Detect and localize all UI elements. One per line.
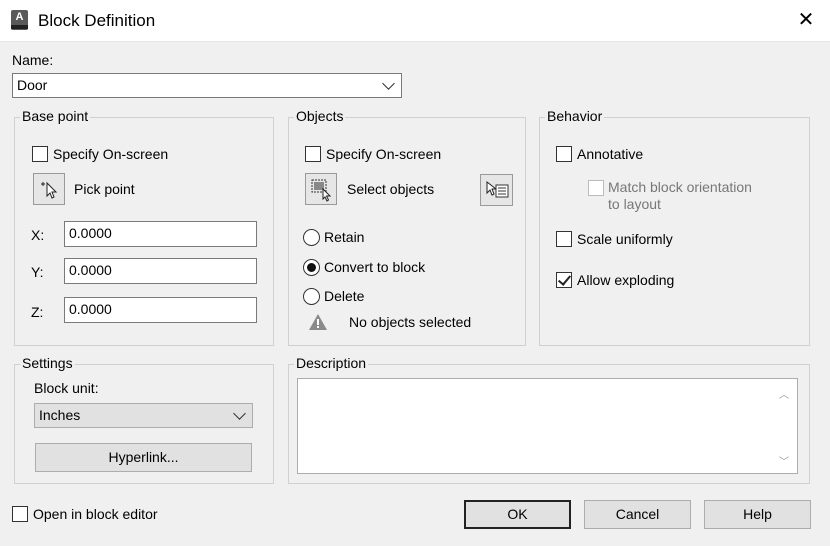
z-label: Z: — [31, 304, 44, 320]
open-in-block-editor-checkbox[interactable] — [12, 506, 28, 522]
pick-point-icon — [41, 181, 58, 199]
select-objects-button[interactable] — [305, 173, 337, 205]
pick-point-label: Pick point — [74, 181, 135, 197]
quick-select-icon — [486, 180, 509, 198]
match-orientation-label-line1: Match block orientation — [608, 179, 752, 195]
chevron-down-icon[interactable] — [233, 407, 246, 420]
y-input[interactable]: 0.0000 — [64, 258, 257, 284]
select-objects-icon — [311, 179, 332, 202]
close-icon[interactable]: ✕ — [794, 8, 818, 32]
z-input[interactable]: 0.0000 — [64, 297, 257, 323]
objects-status: No objects selected — [349, 314, 472, 330]
x-label: X: — [31, 227, 45, 243]
behavior-legend: Behavior — [545, 108, 605, 124]
base-point-legend: Base point — [20, 108, 91, 124]
settings-legend: Settings — [20, 355, 75, 371]
block-unit-select[interactable]: Inches — [34, 403, 253, 428]
scroll-up-icon[interactable]: ︿ — [779, 386, 789, 401]
scale-uniformly-checkbox[interactable] — [556, 231, 572, 247]
scroll-down-icon[interactable]: ﹀ — [779, 453, 789, 468]
allow-exploding-label: Allow exploding — [577, 272, 675, 288]
objects-specify-on-screen-checkbox[interactable] — [305, 146, 321, 162]
open-in-block-editor-label: Open in block editor — [33, 506, 158, 522]
x-input[interactable]: 0.0000 — [64, 221, 257, 247]
name-value: Door — [17, 77, 48, 93]
base-point-specify-on-screen-label: Specify On-screen — [53, 146, 169, 162]
name-label: Name: — [12, 52, 54, 68]
convert-to-block-label: Convert to block — [324, 259, 426, 275]
objects-specify-on-screen-label: Specify On-screen — [326, 146, 442, 162]
base-point-specify-on-screen-checkbox[interactable] — [32, 146, 48, 162]
name-combobox[interactable]: Door — [12, 73, 402, 98]
objects-legend: Objects — [294, 108, 346, 124]
delete-label: Delete — [324, 288, 365, 304]
autocad-app-icon: A — [11, 10, 28, 30]
annotative-label: Annotative — [577, 146, 644, 162]
retain-label: Retain — [324, 229, 365, 245]
match-orientation-checkbox[interactable] — [588, 180, 604, 196]
block-unit-value: Inches — [39, 407, 81, 423]
ok-button[interactable]: OK — [464, 500, 571, 529]
scale-uniformly-label: Scale uniformly — [577, 231, 673, 247]
window-title: Block Definition — [38, 11, 156, 30]
description-textarea[interactable] — [297, 378, 798, 474]
annotative-checkbox[interactable] — [556, 146, 572, 162]
chevron-down-icon[interactable] — [382, 77, 395, 90]
select-objects-label: Select objects — [347, 181, 435, 197]
warning-icon — [308, 313, 328, 331]
hyperlink-button[interactable]: Hyperlink... — [35, 443, 252, 472]
retain-radio[interactable] — [303, 229, 320, 246]
cancel-button[interactable]: Cancel — [584, 500, 691, 529]
help-button[interactable]: Help — [704, 500, 811, 529]
match-orientation-label-line2: to layout — [608, 196, 661, 212]
quick-select-button[interactable] — [480, 174, 513, 206]
y-label: Y: — [31, 264, 44, 280]
block-unit-label: Block unit: — [34, 380, 99, 396]
delete-radio[interactable] — [303, 288, 320, 305]
description-legend: Description — [294, 355, 369, 371]
allow-exploding-checkbox[interactable] — [556, 272, 572, 288]
pick-point-button[interactable] — [33, 173, 65, 205]
convert-to-block-radio[interactable] — [303, 259, 320, 276]
